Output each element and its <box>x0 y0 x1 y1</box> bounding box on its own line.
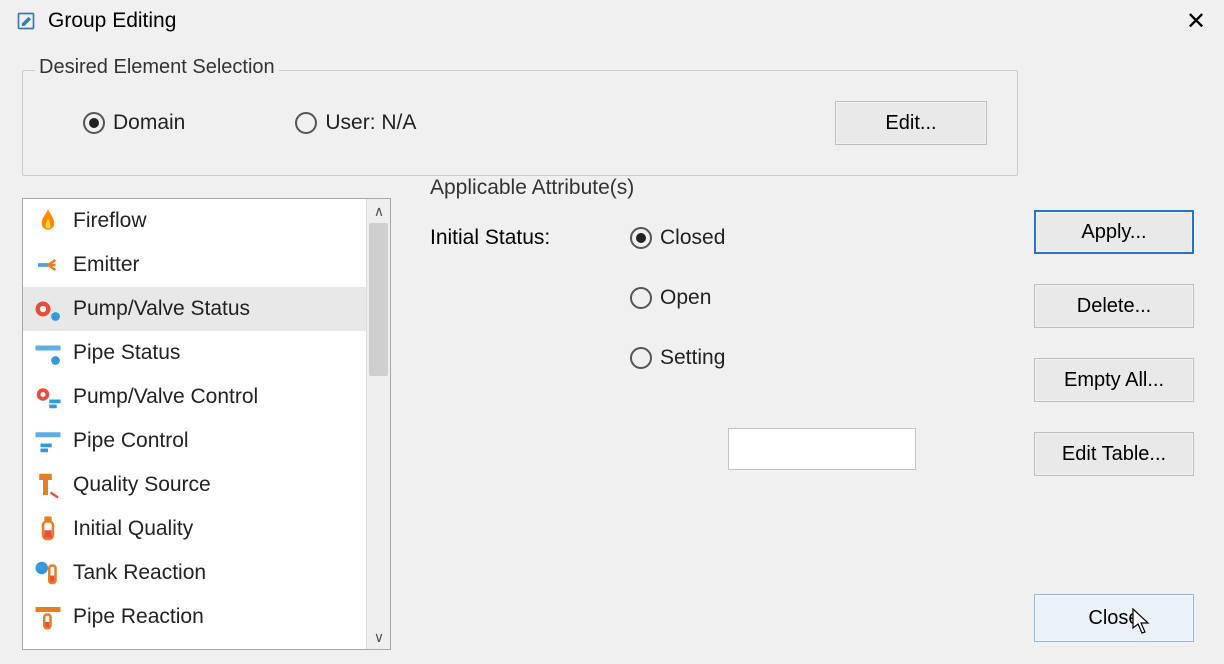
list-item-label: Initial Quality <box>73 517 193 541</box>
window-title: Group Editing <box>48 9 176 33</box>
pumpvalve-control-icon <box>33 382 63 412</box>
list-item[interactable]: Initial Quality <box>23 507 366 551</box>
list-item[interactable]: Pipe Control <box>23 419 366 463</box>
radio-user-label: User: N/A <box>325 111 416 135</box>
pipe-reaction-icon <box>33 602 63 632</box>
element-selection-groupbox: Desired Element Selection Domain User: N… <box>22 70 1018 176</box>
radio-domain[interactable]: Domain <box>83 111 185 135</box>
radio-user[interactable]: User: N/A <box>295 111 416 135</box>
applicable-attributes-panel: Applicable Attribute(s) Initial Status: … <box>410 176 1018 650</box>
pipe-control-icon <box>33 426 63 456</box>
initial-quality-icon <box>33 514 63 544</box>
list-item[interactable]: Quality Source <box>23 463 366 507</box>
list-item-label: Emitter <box>73 253 140 277</box>
edit-table-button[interactable]: Edit Table... <box>1034 432 1194 476</box>
list-item[interactable]: Pump/Valve Control <box>23 375 366 419</box>
titlebar: Group Editing ✕ <box>0 0 1224 42</box>
list-item[interactable]: Pipe Status <box>23 331 366 375</box>
radio-open-label: Open <box>660 286 711 310</box>
radio-icon <box>83 112 105 134</box>
attribute-list[interactable]: Fireflow Emitter Pump/Valve Status Pipe Sta… <box>22 198 391 650</box>
radio-closed[interactable]: Closed <box>630 226 806 250</box>
edit-button[interactable]: Edit... <box>835 101 987 145</box>
tank-reaction-icon <box>33 558 63 588</box>
radio-setting[interactable]: Setting <box>630 346 806 370</box>
list-item-label: Pipe Status <box>73 341 180 365</box>
list-item[interactable]: Fireflow <box>23 199 366 243</box>
list-item-label: Pipe Reaction <box>73 605 204 629</box>
setting-value-input[interactable] <box>728 428 916 470</box>
list-item-label: Quality Source <box>73 473 211 497</box>
radio-icon <box>630 347 652 369</box>
pumpvalve-status-icon <box>33 294 63 324</box>
emitter-icon <box>33 250 63 280</box>
radio-closed-label: Closed <box>660 226 725 250</box>
radio-icon <box>295 112 317 134</box>
list-item-label: Pump/Valve Status <box>73 297 250 321</box>
radio-icon <box>630 227 652 249</box>
list-item[interactable]: Tank Reaction <box>23 551 366 595</box>
pipe-status-icon <box>33 338 63 368</box>
delete-button[interactable]: Delete... <box>1034 284 1194 328</box>
list-item-label: Pump/Valve Control <box>73 385 258 409</box>
action-buttons: Apply... Delete... Empty All... Edit Tab… <box>1034 210 1194 476</box>
scroll-down-icon[interactable]: ∨ <box>367 625 391 649</box>
radio-setting-label: Setting <box>660 346 725 370</box>
edit-icon <box>16 11 36 31</box>
scrollbar[interactable]: ∧ ∨ <box>366 199 390 649</box>
list-item[interactable]: Pump/Valve Status <box>23 287 366 331</box>
apply-button[interactable]: Apply... <box>1034 210 1194 254</box>
list-item[interactable]: Emitter <box>23 243 366 287</box>
groupbox-legend: Desired Element Selection <box>35 56 279 79</box>
list-item-label: Tank Reaction <box>73 561 206 585</box>
radio-open[interactable]: Open <box>630 286 806 310</box>
group-editing-dialog: Group Editing ✕ Desired Element Selectio… <box>0 0 1224 664</box>
scroll-up-icon[interactable]: ∧ <box>367 199 391 223</box>
attributes-heading: Applicable Attribute(s) <box>430 176 1018 200</box>
fire-icon <box>33 206 63 236</box>
close-button[interactable]: Close <box>1034 594 1194 642</box>
close-icon[interactable]: ✕ <box>1180 5 1212 37</box>
quality-source-icon <box>33 470 63 500</box>
initial-status-label: Initial Status: <box>430 226 630 470</box>
list-item-label: Fireflow <box>73 209 147 233</box>
list-item-label: Pipe Control <box>73 429 189 453</box>
scroll-thumb[interactable] <box>369 223 388 376</box>
radio-icon <box>630 287 652 309</box>
list-item[interactable]: Pipe Reaction <box>23 595 366 639</box>
empty-all-button[interactable]: Empty All... <box>1034 358 1194 402</box>
radio-domain-label: Domain <box>113 111 185 135</box>
